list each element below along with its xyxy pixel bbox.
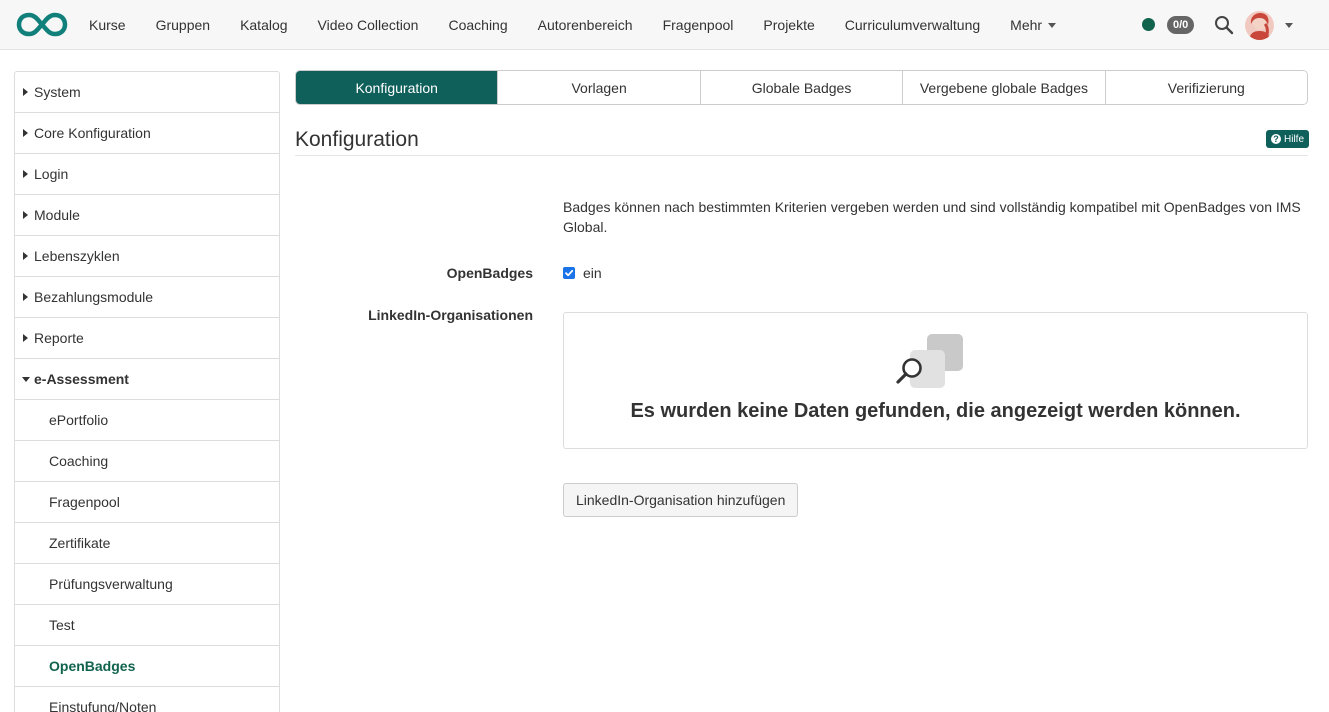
nav-item-curriculumverwaltung[interactable]: Curriculumverwaltung <box>830 0 995 50</box>
openbadges-checkbox[interactable] <box>563 267 575 279</box>
sidebar-item-label: Module <box>34 207 80 223</box>
sidebar-item-reporte[interactable]: Reporte <box>15 318 279 359</box>
tab-konfiguration[interactable]: Konfiguration <box>296 71 499 104</box>
form-description: Badges können nach bestimmten Kriterien … <box>563 199 1301 235</box>
sidebar-item-system[interactable]: System <box>15 72 279 113</box>
sidebar-item-e-assessment[interactable]: e-Assessment <box>15 359 279 400</box>
sidebar-item-lebenszyklen[interactable]: Lebenszyklen <box>15 236 279 277</box>
sidebar-item-label: Core Konfiguration <box>34 125 151 141</box>
sidebar-subitem-zertifikate[interactable]: Zertifikate <box>15 523 279 564</box>
openbadges-checkbox-label[interactable]: ein <box>583 265 602 281</box>
top-navbar: Kurse Gruppen Katalog Video Collection C… <box>0 0 1329 50</box>
sidebar-item-label: OpenBadges <box>49 658 136 674</box>
sidebar-item-bezahlungsmodule[interactable]: Bezahlungsmodule <box>15 277 279 318</box>
user-menu-chevron-down-icon[interactable] <box>1285 23 1293 28</box>
sidebar-item-label: Coaching <box>49 453 109 469</box>
sidebar-item-label: Einstufung/Noten <box>49 699 157 712</box>
sidebar-subitem-coaching[interactable]: Coaching <box>15 441 279 482</box>
sidebar-item-label: Lebenszyklen <box>34 248 120 264</box>
nav-item-mehr-label: Mehr <box>1010 17 1043 33</box>
openolat-logo-icon[interactable] <box>16 11 68 38</box>
nav-item-projekte[interactable]: Projekte <box>748 0 829 50</box>
tab-vorlagen[interactable]: Vorlagen <box>498 71 701 104</box>
avatar[interactable] <box>1245 11 1274 40</box>
badge-tabs: Konfiguration Vorlagen Globale Badges Ve… <box>295 70 1308 105</box>
nav-item-gruppen[interactable]: Gruppen <box>141 0 225 50</box>
empty-state-message: Es wurden keine Daten gefunden, die ange… <box>630 400 1241 422</box>
sidebar-item-label: ePortfolio <box>49 412 109 428</box>
main-nav: Kurse Gruppen Katalog Video Collection C… <box>74 0 1071 50</box>
notification-count-badge[interactable]: 0/0 <box>1167 16 1195 34</box>
chevron-down-icon <box>1048 22 1057 28</box>
tab-globale-badges[interactable]: Globale Badges <box>700 71 904 104</box>
sidebar-subitem-pruefungsverwaltung[interactable]: Prüfungsverwaltung <box>15 564 279 605</box>
caret-down-icon <box>22 377 30 382</box>
nav-item-coaching[interactable]: Coaching <box>433 0 522 50</box>
nav-item-autorenbereich[interactable]: Autorenbereich <box>523 0 648 50</box>
sidebar-item-label: Test <box>49 617 75 633</box>
caret-right-icon <box>23 252 28 260</box>
openbadges-label: OpenBadges <box>446 265 533 281</box>
sidebar-item-label: Zertifikate <box>49 535 111 551</box>
sidebar-item-label: e-Assessment <box>34 371 129 387</box>
nav-item-fragenpool[interactable]: Fragenpool <box>648 0 749 50</box>
admin-sidebar: System Core Konfiguration Login Module L… <box>14 71 280 712</box>
sidebar-subitem-fragenpool[interactable]: Fragenpool <box>15 482 279 523</box>
online-status-icon[interactable] <box>1142 18 1155 31</box>
checkmark-icon <box>565 269 574 277</box>
caret-right-icon <box>23 334 28 342</box>
sidebar-item-module[interactable]: Module <box>15 195 279 236</box>
caret-right-icon <box>23 88 28 96</box>
nav-item-kurse[interactable]: Kurse <box>74 0 141 50</box>
question-circle-icon: ? <box>1271 134 1281 144</box>
help-button[interactable]: ? Hilfe <box>1266 130 1310 148</box>
sidebar-item-label: Reporte <box>34 330 84 346</box>
help-button-label: Hilfe <box>1284 133 1305 145</box>
page-title: Konfiguration <box>295 128 419 151</box>
caret-right-icon <box>23 211 28 219</box>
search-icon[interactable] <box>1214 15 1234 35</box>
tab-verifizierung[interactable]: Verifizierung <box>1105 71 1307 104</box>
tab-vergebene-globale-badges[interactable]: Vergebene globale Badges <box>903 71 1106 104</box>
sidebar-subitem-test[interactable]: Test <box>15 605 279 646</box>
sidebar-item-label: System <box>34 84 81 100</box>
sidebar-subitem-eportfolio[interactable]: ePortfolio <box>15 400 279 441</box>
sidebar-subitem-openbadges[interactable]: OpenBadges <box>15 646 279 687</box>
caret-right-icon <box>23 170 28 178</box>
caret-right-icon <box>23 129 28 137</box>
search-no-data-icon <box>896 334 963 388</box>
caret-right-icon <box>23 293 28 301</box>
nav-item-mehr[interactable]: Mehr <box>995 0 1071 50</box>
add-linkedin-organisation-button[interactable]: LinkedIn-Organisation hinzufügen <box>563 483 799 517</box>
nav-item-katalog[interactable]: Katalog <box>225 0 302 50</box>
linkedin-organisations-label: LinkedIn-Organisationen <box>368 307 533 323</box>
title-divider <box>295 155 1308 156</box>
sidebar-item-login[interactable]: Login <box>15 154 279 195</box>
sidebar-item-label: Fragenpool <box>49 494 120 510</box>
sidebar-item-label: Login <box>34 166 69 182</box>
nav-item-video-collection[interactable]: Video Collection <box>303 0 434 50</box>
sidebar-subitem-einstufung-noten[interactable]: Einstufung/Noten <box>15 687 279 712</box>
sidebar-item-label: Prüfungsverwaltung <box>49 576 173 592</box>
sidebar-item-label: Bezahlungsmodule <box>34 289 154 305</box>
sidebar-item-core-konfiguration[interactable]: Core Konfiguration <box>15 113 279 154</box>
